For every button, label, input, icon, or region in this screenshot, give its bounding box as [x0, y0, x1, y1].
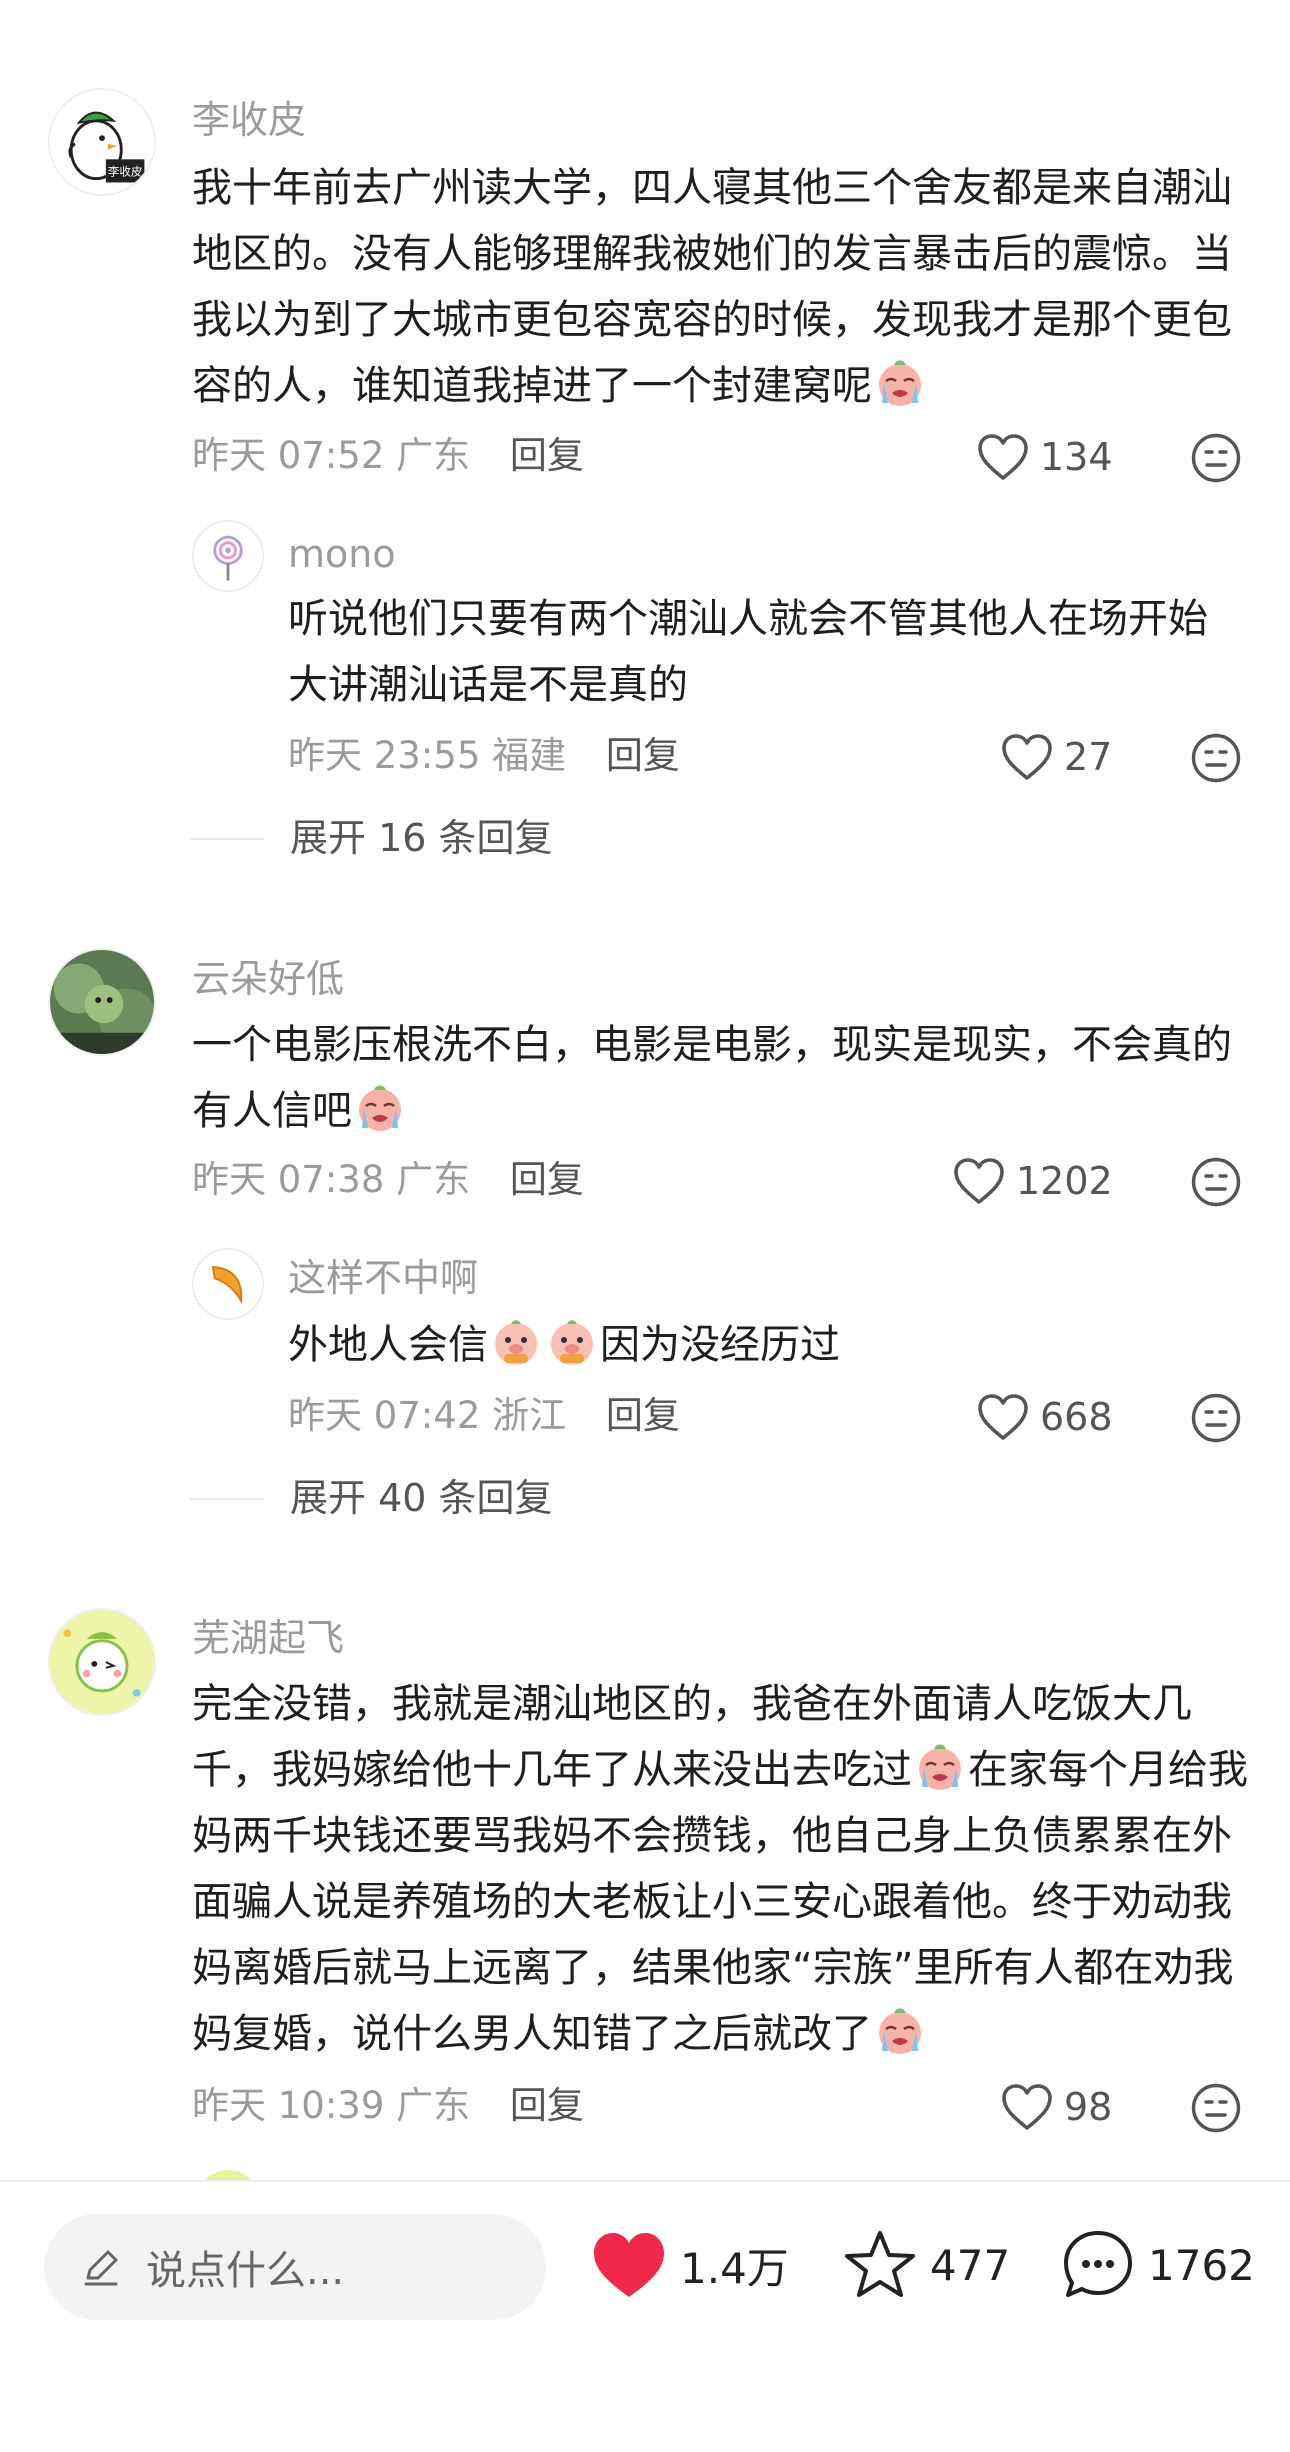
meh-face-icon[interactable]	[1190, 2082, 1242, 2134]
comment-meta: 昨天 07:38 广东 回复	[192, 1158, 584, 1202]
divider-line	[190, 1498, 264, 1500]
like-button[interactable]: 668	[976, 1392, 1113, 1442]
reply-button[interactable]: 回复	[510, 2084, 584, 2127]
star-icon	[845, 2231, 915, 2297]
comment-count: 1762	[1148, 2240, 1255, 2290]
like-button[interactable]: 98	[1000, 2082, 1112, 2132]
comment-text-body: 我十年前去广州读大学，四人寝其他三个舍友都是来自潮汕地区的。没有人能够理解我被她…	[192, 165, 1232, 409]
favorite-count: 477	[930, 2240, 1011, 2290]
reply-meta: 昨天 23:55 福建 回复	[288, 734, 680, 778]
meh-face-icon[interactable]	[1190, 1156, 1242, 1208]
expand-replies-label: 展开 40 条回复	[290, 1476, 553, 1520]
comment-location: 广东	[396, 434, 471, 477]
reply-button[interactable]: 回复	[606, 734, 680, 777]
crying-emoji	[354, 1082, 406, 1134]
comment-text: 完全没错，我就是潮汕地区的，我爸在外面请人吃饭大几千，我妈嫁给他十几年了从来没出…	[192, 1671, 1252, 2067]
reply-text: 外地人会信 因为没经历过	[288, 1312, 1228, 1378]
reply-text-part1: 外地人会信	[288, 1322, 488, 1368]
heart-outline-icon	[1000, 2082, 1054, 2132]
heart-outline-icon	[976, 1392, 1030, 1442]
comment-text-body: 一个电影压根洗不白，电影是电影，现实是现实，不会真的有人信吧	[192, 1022, 1232, 1134]
expand-replies-button[interactable]: 展开 16 条回复	[190, 816, 553, 860]
like-count: 668	[1040, 1395, 1113, 1439]
expand-replies-label: 展开 16 条回复	[290, 816, 553, 860]
heart-outline-icon	[1000, 732, 1054, 782]
reply-button[interactable]: 回复	[606, 1394, 680, 1437]
pencil-icon	[84, 2250, 118, 2286]
pig-emoji	[546, 1316, 598, 1368]
like-button[interactable]: 134	[976, 432, 1113, 482]
comment-location: 广东	[396, 2084, 471, 2127]
comments-button[interactable]: 1762	[1060, 2220, 1255, 2310]
reply-time: 昨天 23:55	[288, 734, 481, 777]
username[interactable]: 李收皮	[192, 98, 306, 142]
reply-button[interactable]: 回复	[510, 434, 584, 477]
username[interactable]: 芜湖起飞	[192, 1616, 344, 1660]
reply-meta: 昨天 07:42 浙江 回复	[288, 1394, 680, 1438]
heart-filled-icon	[594, 2233, 664, 2297]
meh-face-icon[interactable]	[1190, 1392, 1242, 1444]
reply-text: 听说他们只要有两个潮汕人就会不管其他人在场开始大讲潮汕话是不是真的	[288, 596, 1208, 708]
like-button[interactable]: 1202	[952, 1156, 1113, 1206]
reply-button[interactable]: 回复	[510, 1158, 584, 1201]
comment-meta: 昨天 10:39 广东 回复	[192, 2084, 584, 2128]
heart-outline-icon	[952, 1156, 1006, 1206]
like-count: 134	[1040, 435, 1113, 479]
like-button[interactable]: 27	[1000, 732, 1112, 782]
like-count: 98	[1064, 2085, 1113, 2129]
reply-location: 福建	[492, 734, 567, 777]
chat-bubble-icon	[1064, 2231, 1132, 2297]
comment-meta: 昨天 07:52 广东 回复	[192, 434, 584, 478]
comment-time: 昨天 07:38	[192, 1158, 385, 1201]
reply-avatar[interactable]	[196, 2170, 260, 2180]
divider-line	[190, 838, 264, 840]
avatar-croissant-image	[194, 1250, 262, 1318]
comment-location: 广东	[396, 1158, 471, 1201]
meh-face-icon[interactable]	[1190, 732, 1242, 784]
avatar-lollipop-image	[194, 522, 262, 590]
avatar[interactable]: 李收皮	[48, 88, 156, 196]
crying-emoji	[914, 1741, 966, 1793]
comment-text: 一个电影压根洗不白，电影是电影，现实是现实，不会真的有人信吧	[192, 1012, 1252, 1144]
comment-list[interactable]: 李收皮 李收皮 我十年前去广州读大学，四人寝其他三个舍友都是来自潮汕地区的。没有…	[0, 0, 1290, 2180]
post-like-count: 1.4万	[680, 2243, 789, 2293]
heart-outline-icon	[976, 432, 1030, 482]
reply-avatar[interactable]	[192, 520, 264, 592]
like-count: 1202	[1016, 1159, 1113, 1203]
comment-text-body-part2: 在家每个月给我妈两千块钱还要骂我妈不会攒钱，他自己身上负债累累在外面骗人说是养殖…	[192, 1747, 1248, 2057]
favorite-button[interactable]: 477	[842, 2220, 1010, 2310]
comment-text: 我十年前去广州读大学，四人寝其他三个舍友都是来自潮汕地区的。没有人能够理解我被她…	[192, 155, 1252, 419]
reply-time: 昨天 07:42	[288, 1394, 481, 1437]
svg-text:李收皮: 李收皮	[108, 165, 143, 179]
avatar-frog-image	[50, 950, 154, 1054]
meh-face-icon[interactable]	[1190, 432, 1242, 484]
reply-username[interactable]: 这样不中啊	[288, 1256, 478, 1300]
comment-time: 昨天 10:39	[192, 2084, 385, 2127]
pig-emoji	[490, 1316, 542, 1368]
bottom-action-bar: 说点什么... 1.4万 477 1762	[0, 2180, 1290, 2452]
avatar[interactable]	[48, 948, 156, 1056]
avatar-chicken-image: 李收皮	[50, 90, 154, 194]
crying-emoji	[874, 357, 926, 409]
reply-avatar[interactable]	[192, 1248, 264, 1320]
reply-text-part2: 因为没经历过	[600, 1322, 840, 1368]
comment-input[interactable]: 说点什么...	[44, 2214, 546, 2320]
reply-location: 浙江	[492, 1394, 567, 1437]
username[interactable]: 云朵好低	[192, 957, 344, 1001]
comment-input-placeholder: 说点什么...	[146, 2248, 345, 2294]
crying-emoji	[874, 2005, 926, 2057]
comment-time: 昨天 07:52	[192, 434, 385, 477]
expand-replies-button[interactable]: 展开 40 条回复	[190, 1476, 553, 1520]
avatar[interactable]	[48, 1608, 156, 1716]
like-count: 27	[1064, 735, 1113, 779]
like-post-button[interactable]: 1.4万	[590, 2220, 789, 2310]
avatar-cartoon-image	[50, 1610, 154, 1714]
reply-username[interactable]: mono	[288, 532, 396, 576]
